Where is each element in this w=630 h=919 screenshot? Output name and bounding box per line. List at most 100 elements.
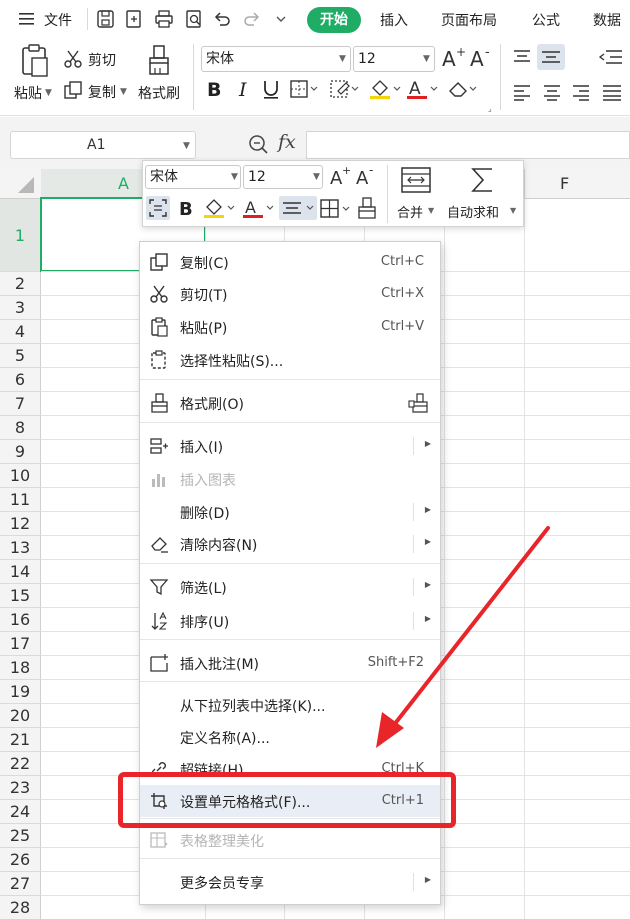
- row-header-20[interactable]: 20: [0, 704, 41, 728]
- row-header-21[interactable]: 21: [0, 728, 41, 752]
- menu-item-cut[interactable]: 剪切(T) Ctrl+X: [140, 278, 440, 310]
- mini-font-size-select[interactable]: 12: [243, 165, 323, 189]
- paste-icon[interactable]: [18, 44, 50, 78]
- row-header-13[interactable]: 13: [0, 536, 41, 560]
- menu-item-label: 选择性粘贴(S)...: [180, 354, 284, 370]
- row-header-3[interactable]: 3: [0, 296, 41, 320]
- align-right-icon[interactable]: [571, 83, 591, 101]
- align-center-icon[interactable]: [542, 83, 562, 101]
- tab-formulas[interactable]: 公式: [532, 10, 560, 30]
- menu-icon[interactable]: [18, 12, 36, 26]
- align-middle-icon[interactable]: [537, 44, 565, 70]
- fill-color-icon[interactable]: [369, 78, 403, 100]
- format-painter-lock-icon[interactable]: [408, 392, 430, 414]
- row-header-24[interactable]: 24: [0, 800, 41, 824]
- clear-format-icon[interactable]: [447, 79, 479, 99]
- row-header-2[interactable]: 2: [0, 272, 41, 296]
- menu-item-format-painter[interactable]: 格式刷(O): [140, 387, 440, 419]
- align-left-icon[interactable]: [512, 83, 532, 101]
- name-box[interactable]: A1 ▼: [10, 131, 196, 159]
- row-header-28[interactable]: 28: [0, 896, 41, 919]
- cell-style-icon[interactable]: [330, 79, 360, 99]
- mini-decrease-font-icon[interactable]: A-: [355, 165, 379, 189]
- decrease-font-icon[interactable]: A-: [469, 46, 495, 70]
- row-header-17[interactable]: 17: [0, 632, 41, 656]
- merge-icon[interactable]: [401, 167, 431, 193]
- copy-button[interactable]: 复制: [88, 82, 116, 102]
- function-wizard-button[interactable]: fx: [278, 131, 296, 153]
- font-color-icon[interactable]: A: [406, 78, 440, 100]
- menu-item-copy[interactable]: 复制(C) Ctrl+C: [140, 246, 440, 278]
- mini-borders-icon[interactable]: [319, 198, 353, 220]
- justify-icon[interactable]: [601, 83, 623, 101]
- export-icon[interactable]: [124, 9, 144, 29]
- align-top-icon[interactable]: [512, 48, 532, 66]
- mini-font-name-select[interactable]: 宋体: [145, 165, 241, 189]
- print-preview-icon[interactable]: [184, 9, 204, 29]
- copy-icon[interactable]: [63, 80, 83, 100]
- row-header-22[interactable]: 22: [0, 752, 41, 776]
- select-all-corner[interactable]: [0, 169, 41, 199]
- bold-icon[interactable]: B: [205, 78, 225, 100]
- autosum-icon[interactable]: [470, 166, 494, 194]
- row-header-16[interactable]: 16: [0, 608, 41, 632]
- row-header-9[interactable]: 9: [0, 440, 41, 464]
- save-icon[interactable]: [96, 9, 116, 29]
- row-header-15[interactable]: 15: [0, 584, 41, 608]
- indent-decrease-icon[interactable]: [598, 48, 626, 66]
- format-painter-icon[interactable]: [146, 44, 172, 76]
- borders-icon[interactable]: [290, 79, 318, 99]
- file-menu[interactable]: 文件: [44, 10, 72, 30]
- underline-icon[interactable]: [261, 78, 281, 100]
- format-painter-icon: [149, 393, 169, 413]
- increase-font-icon[interactable]: A +: [441, 46, 467, 70]
- row-header-26[interactable]: 26: [0, 848, 41, 872]
- paste-button[interactable]: 粘贴: [14, 83, 42, 103]
- row-header-23[interactable]: 23: [0, 776, 41, 800]
- row-header-14[interactable]: 14: [0, 560, 41, 584]
- menu-item-insert[interactable]: 插入(I) ▶: [140, 430, 440, 462]
- menu-item-paste-special[interactable]: 选择性粘贴(S)...: [140, 344, 440, 376]
- menu-item-more-member[interactable]: 更多会员专享 ▶: [140, 866, 440, 898]
- mini-font-name-value: 宋体: [150, 169, 178, 185]
- row-header-19[interactable]: 19: [0, 680, 41, 704]
- cut-button[interactable]: 剪切: [88, 50, 116, 70]
- tab-home[interactable]: 开始: [307, 7, 361, 33]
- row-header-25[interactable]: 25: [0, 824, 41, 848]
- column-label-f[interactable]: F: [560, 174, 569, 193]
- row-header-8[interactable]: 8: [0, 416, 41, 440]
- mini-format-cells-icon[interactable]: [146, 196, 170, 220]
- redo-icon[interactable]: [242, 9, 262, 29]
- quick-access-dropdown-icon[interactable]: [275, 14, 287, 24]
- italic-icon[interactable]: I: [236, 78, 252, 100]
- mini-font-color-icon[interactable]: A: [242, 197, 276, 219]
- cut-icon[interactable]: [63, 49, 83, 69]
- row-header-7[interactable]: 7: [0, 392, 41, 416]
- print-icon[interactable]: [154, 9, 174, 29]
- formula-input[interactable]: [306, 131, 630, 159]
- row-header-18[interactable]: 18: [0, 656, 41, 680]
- menu-item-paste[interactable]: 粘贴(P) Ctrl+V: [140, 311, 440, 343]
- row-header-5[interactable]: 5: [0, 344, 41, 368]
- row-header-12[interactable]: 12: [0, 512, 41, 536]
- mini-fill-color-icon[interactable]: [203, 197, 237, 219]
- undo-icon[interactable]: [212, 9, 232, 29]
- row-header-10[interactable]: 10: [0, 464, 41, 488]
- tab-page-layout[interactable]: 页面布局: [441, 10, 497, 30]
- merge-button[interactable]: 合并: [397, 202, 423, 221]
- row-header-1[interactable]: 1: [0, 199, 41, 272]
- row-header-4[interactable]: 4: [0, 320, 41, 344]
- row-header-27[interactable]: 27: [0, 872, 41, 896]
- format-painter-button[interactable]: 格式刷: [138, 83, 180, 103]
- autosum-button[interactable]: 自动求和: [447, 202, 499, 221]
- mini-format-painter-icon[interactable]: [356, 196, 378, 220]
- row-header-6[interactable]: 6: [0, 368, 41, 392]
- font-name-select[interactable]: 宋体: [201, 46, 351, 72]
- tab-insert[interactable]: 插入: [380, 10, 408, 30]
- mini-bold-icon[interactable]: B: [177, 197, 197, 219]
- row-header-11[interactable]: 11: [0, 488, 41, 512]
- mini-align-middle-icon[interactable]: [279, 196, 317, 220]
- mini-increase-font-icon[interactable]: A +: [329, 165, 353, 189]
- tab-data[interactable]: 数据: [593, 10, 621, 30]
- zoom-icon[interactable]: [248, 134, 270, 156]
